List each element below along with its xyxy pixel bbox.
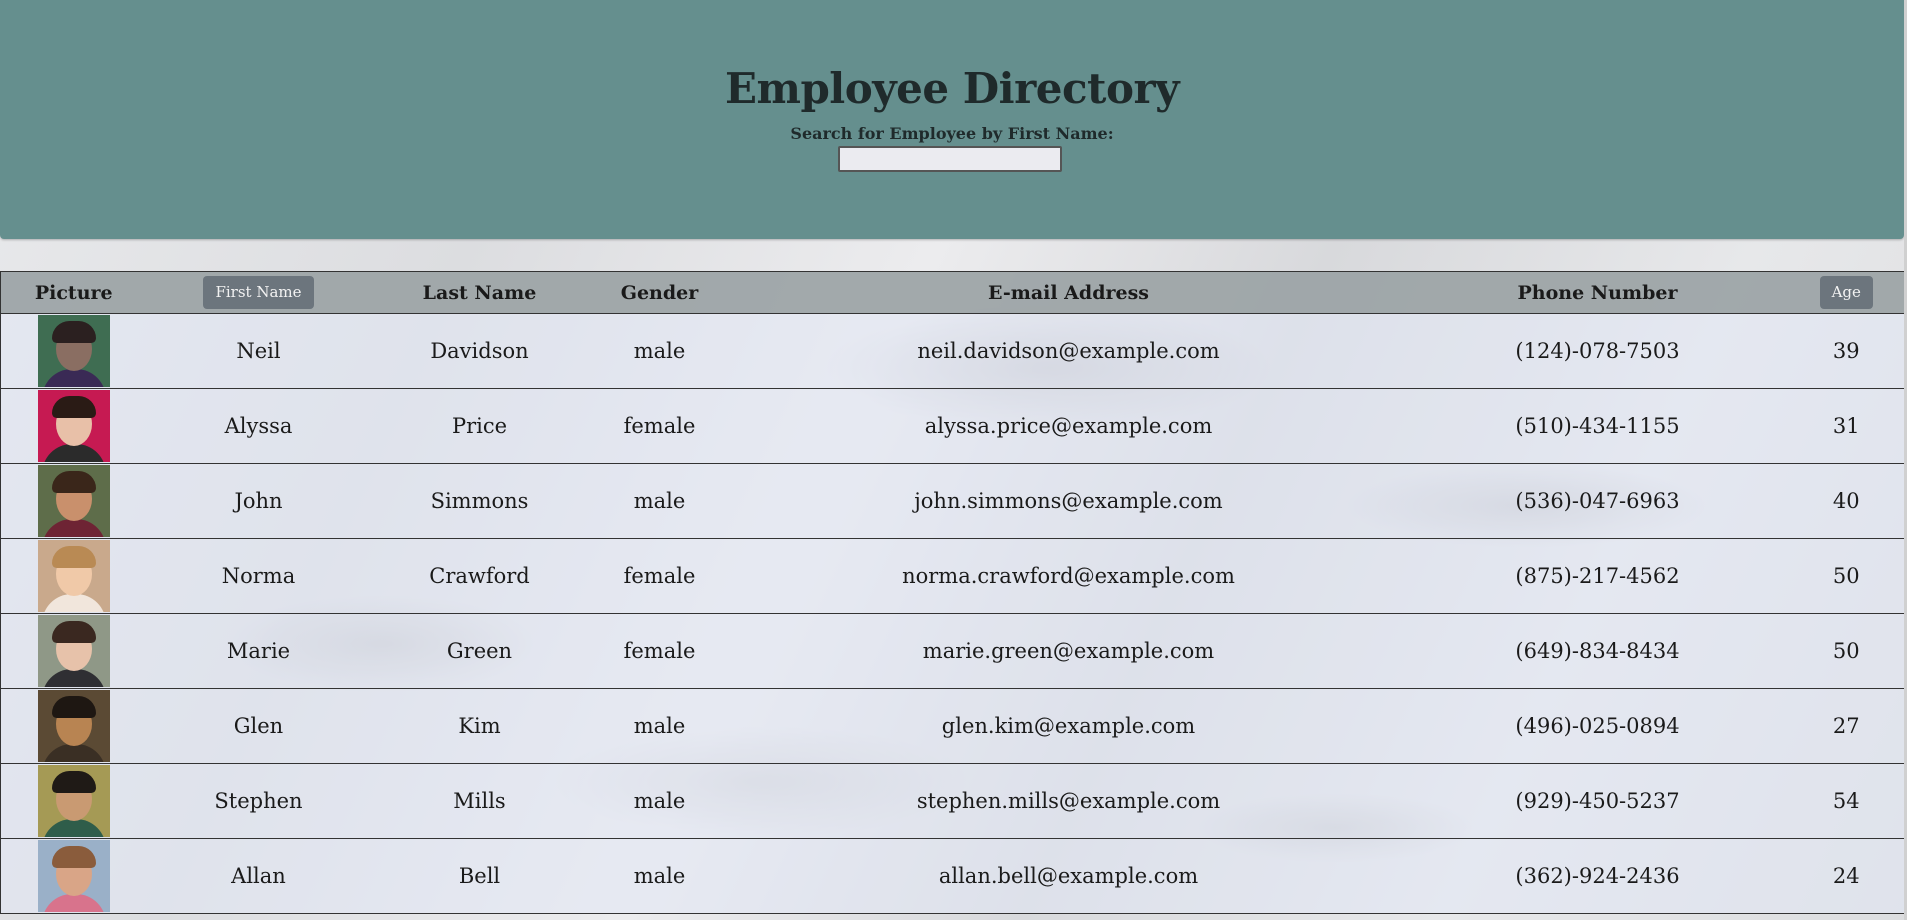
first-name-cell: Marie <box>146 613 371 689</box>
table-row: Alyssa Price female alyssa.price@example.co… <box>0 388 1905 464</box>
sort-first-name-button[interactable]: First Name <box>203 276 314 309</box>
picture-cell <box>0 763 147 839</box>
email-cell: marie.green@example.com <box>730 613 1407 689</box>
last-name-cell: Crawford <box>370 538 589 614</box>
first-name-cell: Neil <box>146 313 371 389</box>
search-input[interactable] <box>838 146 1062 172</box>
gender-cell: male <box>588 463 731 539</box>
gender-cell: male <box>588 688 731 764</box>
picture-cell <box>0 463 147 539</box>
column-header-age: Age <box>1788 271 1905 314</box>
gender-cell: female <box>588 388 731 464</box>
age-cell: 27 <box>1788 688 1905 764</box>
sort-age-button[interactable]: Age <box>1819 276 1873 309</box>
table-row: Stephen Mills male stephen.mills@example.co… <box>0 763 1905 839</box>
table-header-row: Picture First Name Last Name Gender E-ma… <box>0 271 1905 314</box>
gender-cell: female <box>588 538 731 614</box>
avatar <box>37 540 110 612</box>
table-row: John Simmons male john.simmons@example.com(… <box>0 463 1905 539</box>
email-cell: john.simmons@example.com <box>730 463 1407 539</box>
phone-cell: (875)-217-4562 <box>1406 538 1789 614</box>
last-name-cell: Mills <box>370 763 589 839</box>
email-cell: neil.davidson@example.com <box>730 313 1407 389</box>
phone-cell: (362)-924-2436 <box>1406 838 1789 914</box>
first-name-cell: Glen <box>146 688 371 764</box>
avatar <box>37 765 110 837</box>
email-cell: norma.crawford@example.com <box>730 538 1407 614</box>
picture-cell <box>0 388 147 464</box>
age-cell: 50 <box>1788 538 1905 614</box>
last-name-cell: Price <box>370 388 589 464</box>
phone-cell: (496)-025-0894 <box>1406 688 1789 764</box>
employee-table-container: Picture First Name Last Name Gender E-ma… <box>0 271 1905 914</box>
email-cell: alyssa.price@example.com <box>730 388 1407 464</box>
picture-cell <box>0 538 147 614</box>
first-name-cell: Alyssa <box>146 388 371 464</box>
phone-cell: (536)-047-6963 <box>1406 463 1789 539</box>
age-cell: 40 <box>1788 463 1905 539</box>
gender-cell: male <box>588 313 731 389</box>
table-row: Neil Davidson male neil.davidson@example.co… <box>0 313 1905 389</box>
last-name-cell: Kim <box>370 688 589 764</box>
age-cell: 24 <box>1788 838 1905 914</box>
first-name-cell: Allan <box>146 838 371 914</box>
avatar <box>37 615 110 687</box>
avatar <box>37 315 110 387</box>
page-title: Employee Directory <box>724 64 1180 113</box>
picture-cell <box>0 613 147 689</box>
first-name-cell: John <box>146 463 371 539</box>
last-name-cell: Simmons <box>370 463 589 539</box>
column-header-picture: Picture <box>0 271 147 314</box>
picture-cell <box>0 838 147 914</box>
phone-cell: (929)-450-5237 <box>1406 763 1789 839</box>
email-cell: allan.bell@example.com <box>730 838 1407 914</box>
column-header-last-name: Last Name <box>370 271 589 314</box>
phone-cell: (124)-078-7503 <box>1406 313 1789 389</box>
age-cell: 39 <box>1788 313 1905 389</box>
avatar <box>37 690 110 762</box>
avatar <box>37 390 110 462</box>
avatar <box>37 465 110 537</box>
column-header-email: E-mail Address <box>730 271 1407 314</box>
gender-cell: female <box>588 613 731 689</box>
table-row: Marie Green female marie.green@example.com(… <box>0 613 1905 689</box>
last-name-cell: Davidson <box>370 313 589 389</box>
gender-cell: male <box>588 838 731 914</box>
table-row: Glen Kim male glen.kim@example.com (496)-025… <box>0 688 1905 764</box>
column-header-gender: Gender <box>588 271 731 314</box>
table-row: Norma Crawford female norma.crawford@exampl… <box>0 538 1905 614</box>
age-cell: 50 <box>1788 613 1905 689</box>
email-cell: glen.kim@example.com <box>730 688 1407 764</box>
picture-cell <box>0 313 147 389</box>
last-name-cell: Bell <box>370 838 589 914</box>
search-label: Search for Employee by First Name: <box>790 124 1114 143</box>
picture-cell <box>0 688 147 764</box>
age-cell: 54 <box>1788 763 1905 839</box>
last-name-cell: Green <box>370 613 589 689</box>
first-name-cell: Norma <box>146 538 371 614</box>
table-row: Allan Bell male allan.bell@example.com (362)… <box>0 838 1905 914</box>
page-header: Employee Directory Search for Employee b… <box>0 0 1904 239</box>
table-body: Neil Davidson male neil.davidson@example.co… <box>0 313 1905 914</box>
phone-cell: (649)-834-8434 <box>1406 613 1789 689</box>
gender-cell: male <box>588 763 731 839</box>
phone-cell: (510)-434-1155 <box>1406 388 1789 464</box>
employee-table: Picture First Name Last Name Gender E-ma… <box>0 271 1905 914</box>
column-header-phone: Phone Number <box>1406 271 1789 314</box>
first-name-cell: Stephen <box>146 763 371 839</box>
email-cell: stephen.mills@example.com <box>730 763 1407 839</box>
column-header-first-name: First Name <box>146 271 371 314</box>
age-cell: 31 <box>1788 388 1905 464</box>
avatar <box>37 840 110 912</box>
